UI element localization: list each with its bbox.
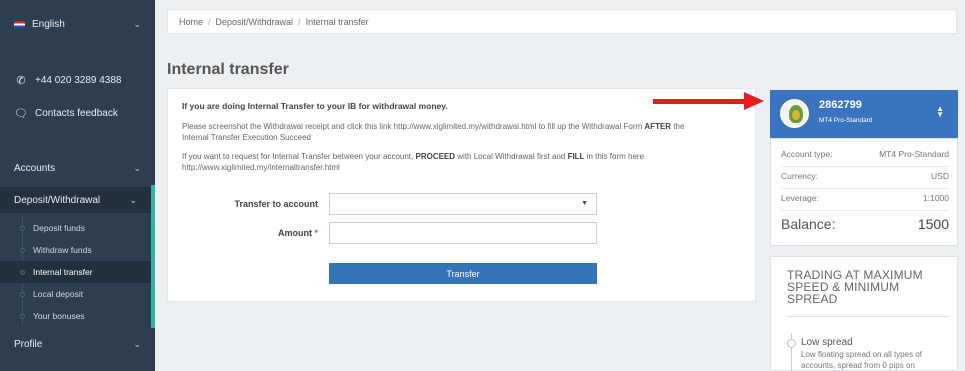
red-arrow-icon [744,92,764,110]
notice-text: If you want to request for Internal Tran… [182,152,414,161]
sidebar-item-label: Profile [14,338,43,350]
sidebar-subitem-withdraw-funds[interactable]: Withdraw funds [0,239,151,261]
subitem-label: Your bonuses [33,311,85,321]
bullet-dot-icon [20,269,25,275]
language-label: English [32,18,65,30]
account-info-panel: Account type: MT4 Pro-Standard Currency:… [770,138,958,246]
sort-toggle-icon[interactable]: ▲ ▼ [936,105,944,119]
avatar [780,99,809,128]
notice-text: the [673,122,685,131]
sidebar-item-profile[interactable]: Profile ⌄ [0,334,155,354]
transfer-button[interactable]: Transfer [329,263,597,284]
sidebar-item-deposit-withdrawal[interactable]: Deposit/Withdrawal ⌄ [0,187,151,213]
phone-icon: ✆ [16,74,26,87]
phone-contact[interactable]: ✆ +44 020 3289 4388 [0,70,155,90]
chevron-down-icon: ⌄ [133,18,141,29]
bullet-dot-icon [20,313,25,319]
language-selector[interactable]: English ⌄ [0,12,155,36]
info-label: Account type: [781,149,833,159]
breadcrumb-current: Internal transfer [305,16,369,27]
info-row-leverage: Leverage: 1:1000 [781,193,949,211]
page-title: Internal transfer [167,61,289,78]
sidebar-subitem-your-bonuses[interactable]: Your bonuses [0,305,151,327]
subitem-label: Internal transfer [33,267,93,277]
promo-panel: TRADING AT MAXIMUM SPEED & MINIMUM SPREA… [770,256,958,371]
balance-value: 1500 [917,216,949,232]
amount-input[interactable] [329,222,597,244]
info-row-balance: Balance: 1500 [781,216,949,236]
sidebar-subitem-internal-transfer[interactable]: Internal transfer [0,261,151,283]
avatar-leaf-center [792,110,800,120]
breadcrumb-home[interactable]: Home [179,17,203,27]
account-type-label: MT4 Pro-Standard [819,117,873,124]
phone-number: +44 020 3289 4388 [35,74,122,86]
account-switcher[interactable]: 2862799 MT4 Pro-Standard ▲ ▼ [770,90,958,138]
breadcrumb-separator: / [298,16,301,27]
account-number: 2862799 [819,99,862,111]
info-value: 1:1000 [923,193,949,203]
promo-title: TRADING AT MAXIMUM SPEED & MINIMUM SPREA… [787,268,923,306]
subitem-label: Withdraw funds [33,245,92,255]
notice-text: in this form here [586,152,645,161]
chevron-down-icon: ⌄ [129,194,137,205]
promo-item-text: Low floating spread on all types of acco… [801,350,922,370]
sidebar-item-label: Accounts [14,162,56,174]
contacts-feedback-link[interactable]: 🗨 Contacts feedback [0,103,155,123]
transfer-account-label: Transfer to account [234,199,318,209]
notice-emphasis: AFTER [644,122,672,131]
notice-text: Please screenshot the Withdrawal receipt… [182,122,643,131]
contacts-feedback-label: Contacts feedback [35,107,118,119]
breadcrumb-separator: / [208,16,211,27]
caret-down-icon: ▼ [581,200,588,207]
notice-line-3: If you want to request for Internal Tran… [182,151,644,162]
bullet-dot-icon [20,225,25,231]
sidebar-subitem-local-deposit[interactable]: Local deposit [0,283,151,305]
notice-emphasis: PROCEED [415,152,456,161]
info-label: Leverage: [781,193,819,203]
active-section-accent [151,185,155,328]
notice-line-2: Internal Transfer Execution Succeed [182,133,311,142]
breadcrumb-deposit-withdrawal[interactable]: Deposit/Withdrawal [216,17,294,27]
sidebar-item-accounts[interactable]: Accounts ⌄ [0,157,155,179]
bullet-dot-icon [20,247,25,253]
info-value: MT4 Pro-Standard [879,149,949,159]
info-label: Currency: [781,171,818,181]
balance-label: Balance: [781,216,836,232]
chat-icon: 🗨 [14,107,28,120]
subitem-label: Local deposit [33,289,84,299]
info-row-currency: Currency: USD [781,171,949,189]
promo-item-title: Low spread [801,337,853,348]
bullet-dot-icon [20,291,25,297]
flag-uk-icon [14,20,25,28]
promo-divider [787,316,949,317]
required-mark: * [314,228,318,238]
red-arrow-shaft [653,99,746,104]
amount-label: Amount * [168,228,318,238]
info-row-account-type: Account type: MT4 Pro-Standard [781,149,949,167]
chevron-down-icon: ⌄ [133,162,141,173]
info-value: USD [931,171,949,181]
promo-bullet-icon [787,339,796,348]
sidebar-item-label: Deposit/Withdrawal [14,194,101,206]
notice-text: with Local Withdrawal first and [457,152,566,161]
sidebar-subitem-deposit-funds[interactable]: Deposit funds [0,217,151,239]
notice-emphasis: FILL [567,152,585,161]
breadcrumb: Home / Deposit/Withdrawal / Internal tra… [167,9,957,34]
chevron-down-icon: ⌄ [133,338,141,349]
sidebar: English ⌄ ✆ +44 020 3289 4388 🗨 Contacts… [0,0,155,371]
transfer-account-select[interactable]: ▼ [329,193,597,215]
notice-heading: If you are doing Internal Transfer to yo… [182,101,448,111]
subitem-label: Deposit funds [33,223,85,233]
internal-transfer-panel: If you are doing Internal Transfer to yo… [167,88,756,302]
notice-line-1: Please screenshot the Withdrawal receipt… [182,121,684,132]
amount-label-text: Amount [277,228,312,238]
internal-transfer-link[interactable]: http://www.xiglimited.my/internaltransfe… [182,162,340,173]
